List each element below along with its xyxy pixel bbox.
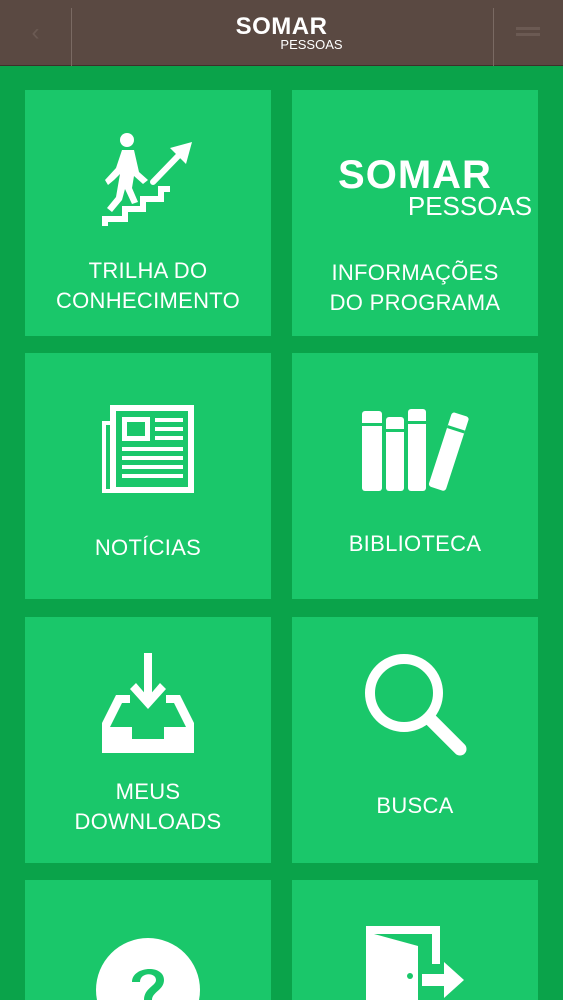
somar-pessoas-logo: SOMAR PESSOAS	[292, 154, 538, 219]
tile-label: TRILHA DO CONHECIMENTO	[25, 256, 271, 316]
tile-logo-main: SOMAR	[338, 153, 492, 197]
tile-ajuda[interactable]	[25, 880, 271, 1000]
tile-label-line1: NOTÍCIAS	[94, 535, 202, 560]
hamburger-menu-icon-bar	[516, 33, 540, 36]
tile-biblioteca[interactable]: BIBLIOTECA	[292, 353, 538, 599]
books-icon	[292, 407, 538, 491]
tile-label-line1: TRILHA DO	[88, 258, 208, 283]
tile-label-line1: INFORMAÇÕES	[331, 260, 499, 285]
tile-label-line2: DO PROGRAMA	[329, 290, 501, 315]
menu-button[interactable]	[494, 0, 563, 66]
tile-label: NOTÍCIAS	[25, 533, 271, 563]
exit-door-icon	[292, 922, 538, 1000]
tile-label: MEUS DOWNLOADS	[25, 777, 271, 837]
tile-label-line1: BIBLIOTECA	[348, 531, 482, 556]
tile-sair[interactable]	[292, 880, 538, 1000]
stairs-climb-icon	[25, 130, 271, 230]
tile-label: INFORMAÇÕES DO PROGRAMA	[292, 258, 538, 318]
tile-trilha-conhecimento[interactable]: TRILHA DO CONHECIMENTO	[25, 90, 271, 336]
top-bar: ‹ SOMAR PESSOAS	[0, 0, 563, 66]
help-question-icon	[25, 938, 271, 1000]
header-logo: SOMAR PESSOAS	[0, 14, 563, 52]
tile-label: BIBLIOTECA	[292, 529, 538, 559]
tile-meus-downloads[interactable]: MEUS DOWNLOADS	[25, 617, 271, 863]
tile-label-line1: MEUS	[115, 779, 181, 804]
tile-label: BUSCA	[292, 791, 538, 821]
tile-busca[interactable]: BUSCA	[292, 617, 538, 863]
tile-logo-sub: PESSOAS	[407, 191, 533, 221]
tile-label-line2: CONHECIMENTO	[55, 288, 241, 313]
tile-informacoes-programa[interactable]: SOMAR PESSOAS INFORMAÇÕES DO PROGRAMA	[292, 90, 538, 336]
tile-label-line1: BUSCA	[376, 793, 454, 818]
hamburger-menu-icon	[516, 27, 540, 30]
newspaper-icon	[25, 401, 271, 497]
magnifier-icon	[292, 649, 538, 759]
tile-label-line2: DOWNLOADS	[74, 809, 222, 834]
download-tray-icon	[25, 649, 271, 759]
tile-noticias[interactable]: NOTÍCIAS	[25, 353, 271, 599]
header-logo-sub: PESSOAS	[280, 37, 343, 52]
